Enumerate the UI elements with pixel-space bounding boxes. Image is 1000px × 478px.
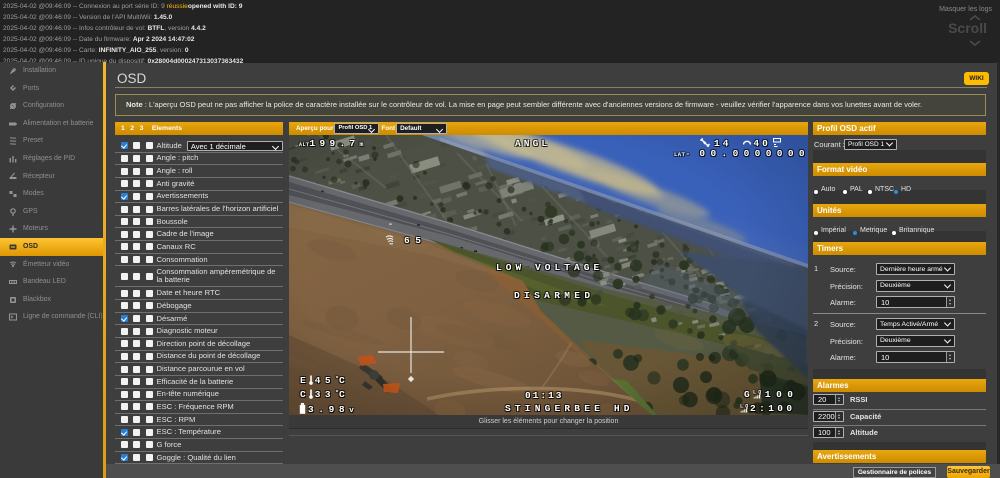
svg-text:LQ: LQ (753, 390, 762, 396)
svg-text:LQ: LQ (740, 404, 749, 410)
